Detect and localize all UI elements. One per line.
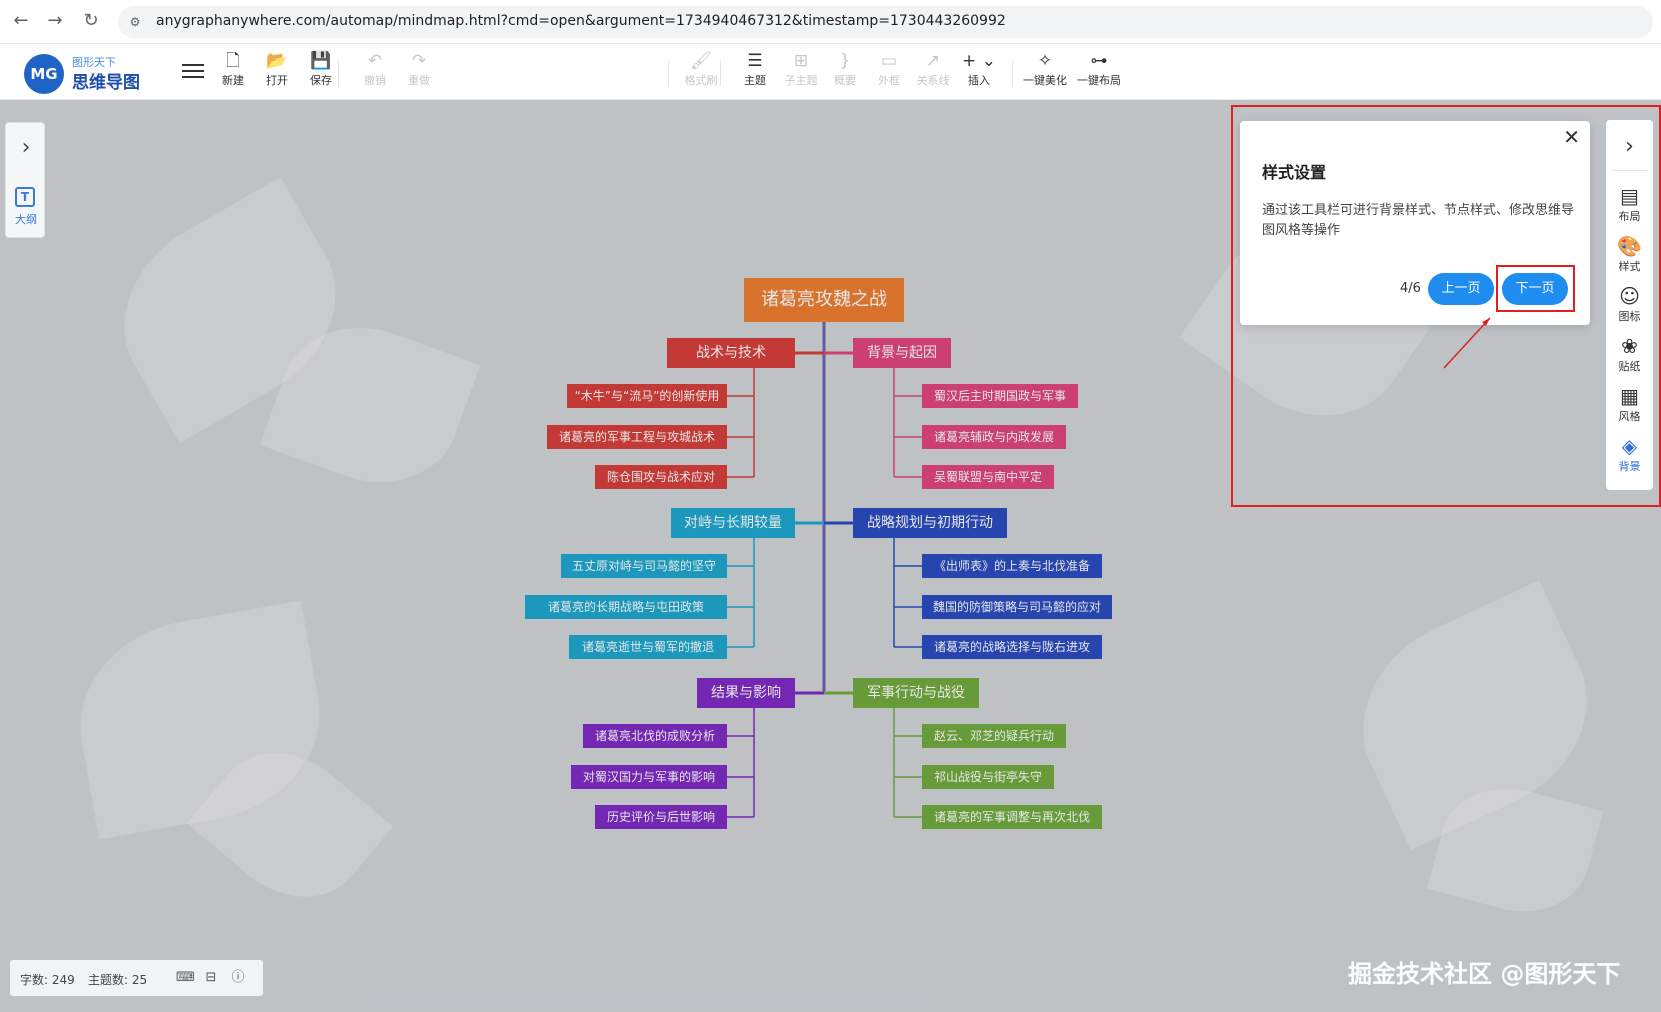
- branch-topic[interactable]: 战术与技术: [667, 338, 795, 368]
- subtopic-node[interactable]: 诸葛亮辅政与内政发展: [922, 425, 1066, 449]
- status-bar: 字数: 249 主题数: 25 ⌨ ⊟ ⓘ: [10, 960, 263, 996]
- subtopic-node[interactable]: 陈仓围攻与战术应对: [595, 465, 727, 489]
- watermark: 掘金技术社区 @图形天下: [1348, 960, 1621, 988]
- subtopic-node[interactable]: 诸葛亮的战略选择与陇右进攻: [922, 635, 1102, 659]
- layout-toggle-icon[interactable]: ⊟: [203, 970, 219, 986]
- subtopic-node[interactable]: “木牛”与“流马”的创新使用: [567, 384, 727, 408]
- outline-icon[interactable]: T: [15, 187, 35, 207]
- subtopic-node[interactable]: 诸葛亮的军事调整与再次北伐: [922, 805, 1102, 829]
- subtopic-node[interactable]: 诸葛亮北伐的成败分析: [583, 724, 727, 748]
- subtopic-node[interactable]: 诸葛亮的军事工程与攻城战术: [547, 425, 727, 449]
- subtopic-node[interactable]: 诸葛亮的长期战略与屯田政策: [525, 595, 727, 619]
- root-topic[interactable]: 诸葛亮攻魏之战: [744, 278, 904, 322]
- word-count: 字数: 249: [20, 973, 75, 987]
- branch-topic[interactable]: 背景与起因: [853, 338, 951, 368]
- subtopic-node[interactable]: 五丈原对峙与司马懿的坚守: [561, 554, 727, 578]
- subtopic-node[interactable]: 吴蜀联盟与南中平定: [922, 465, 1054, 489]
- outline-label[interactable]: 大纲: [6, 211, 46, 227]
- annotation-arrow: [1443, 317, 1491, 369]
- subtopic-node[interactable]: 对蜀汉国力与军事的影响: [571, 765, 727, 789]
- subtopic-node[interactable]: 赵云、邓芝的疑兵行动: [922, 724, 1066, 748]
- subtopic-node[interactable]: 蜀汉后主时期国政与军事: [922, 384, 1078, 408]
- horizontal-scrollbar[interactable]: [372, 999, 927, 1005]
- expand-chevron-icon[interactable]: ›: [6, 135, 46, 160]
- annotation-highlight-box: [1231, 105, 1661, 507]
- branch-topic[interactable]: 结果与影响: [697, 678, 795, 708]
- subtopic-node[interactable]: 《出师表》的上奏与北伐准备: [922, 554, 1102, 578]
- subtopic-node[interactable]: 祁山战役与街亭失守: [922, 765, 1054, 789]
- subtopic-node[interactable]: 历史评价与后世影响: [595, 805, 727, 829]
- outline-panel[interactable]: › T 大纲: [5, 122, 45, 238]
- branch-topic[interactable]: 军事行动与战役: [853, 678, 979, 708]
- subtopic-node[interactable]: 诸葛亮逝世与蜀军的撤退: [569, 635, 727, 659]
- keyboard-icon[interactable]: ⌨: [176, 970, 195, 986]
- topic-count: 主题数: 25: [88, 973, 148, 987]
- subtopic-node[interactable]: 魏国的防御策略与司马懿的应对: [922, 595, 1112, 619]
- branch-topic[interactable]: 战略规划与初期行动: [853, 508, 1007, 538]
- annotation-next-button-box: [1496, 265, 1575, 312]
- info-icon[interactable]: ⓘ: [230, 970, 246, 986]
- branch-topic[interactable]: 对峙与长期较量: [671, 508, 795, 538]
